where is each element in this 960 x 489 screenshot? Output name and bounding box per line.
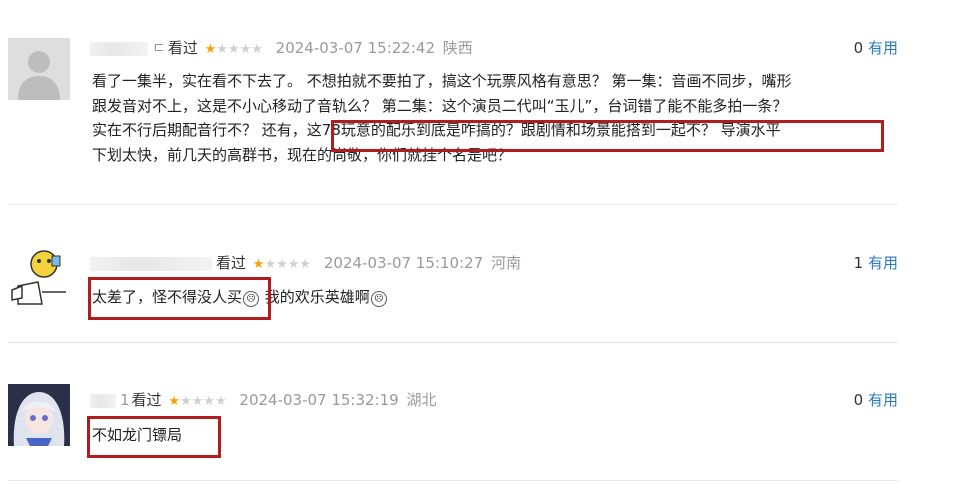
review-text: 我的欢乐英雄啊 bbox=[260, 288, 370, 306]
cartoon-avatar-icon bbox=[8, 246, 70, 308]
avatar[interactable] bbox=[8, 38, 70, 100]
username-redacted bbox=[90, 256, 212, 271]
star-icon: ★ bbox=[204, 42, 217, 57]
divider bbox=[8, 204, 898, 205]
divider bbox=[8, 480, 898, 481]
useful-count: 0 bbox=[853, 39, 864, 57]
useful-button[interactable]: 有用 bbox=[868, 391, 898, 409]
useful-button[interactable]: 有用 bbox=[868, 39, 898, 57]
star-icon: ★ bbox=[168, 394, 180, 409]
username[interactable]: ㄷ bbox=[152, 39, 166, 57]
star-icon: ★★★★ bbox=[216, 42, 263, 57]
avatar[interactable] bbox=[8, 384, 70, 446]
review-location: 湖北 bbox=[406, 391, 437, 409]
useful-count: 1 bbox=[853, 254, 864, 272]
username-redacted bbox=[90, 41, 148, 56]
anime-avatar-icon bbox=[8, 384, 70, 446]
default-avatar-icon bbox=[8, 38, 70, 100]
watched-label: 看过 bbox=[216, 254, 247, 272]
watched-label: 看过 bbox=[131, 391, 162, 409]
useful-button[interactable]: 有用 bbox=[868, 254, 898, 272]
useful-vote[interactable]: 0 有用 bbox=[854, 37, 898, 59]
sad-emoji-icon: ☹ bbox=[370, 291, 387, 307]
avatar[interactable] bbox=[8, 246, 70, 308]
divider bbox=[8, 342, 898, 343]
star-icon: ★ bbox=[252, 257, 265, 272]
username[interactable]: 1 bbox=[120, 391, 130, 409]
useful-count: 0 bbox=[853, 391, 864, 409]
star-icon: ★★★★ bbox=[180, 394, 227, 409]
rating-stars: ★★★★★ bbox=[253, 254, 311, 276]
review-location: 河南 bbox=[490, 254, 521, 272]
rating-stars: ★★★★★ bbox=[205, 39, 263, 61]
review-text-line: 看了一集半，实在看不下去了。 不想拍就不要拍了，搞这个玩票风格有意思？ 第一集：… bbox=[92, 72, 792, 90]
watched-label: 看过 bbox=[167, 39, 198, 57]
review-time: 2024-03-07 15:32:19 bbox=[239, 391, 399, 409]
useful-vote[interactable]: 1 有用 bbox=[854, 252, 898, 274]
review-meta: 看过 ★★★★★ 2024-03-07 15:10:27 河南 bbox=[90, 252, 521, 274]
review-meta: ㄷ看过 ★★★★★ 2024-03-07 15:22:42 陕西 bbox=[90, 37, 473, 59]
username-redacted bbox=[90, 393, 116, 408]
useful-vote[interactable]: 0 有用 bbox=[854, 389, 898, 411]
review-time: 2024-03-07 15:10:27 bbox=[323, 254, 484, 272]
review-meta: 1 看过 ★★★★★ 2024-03-07 15:32:19 湖北 bbox=[90, 389, 437, 411]
review-content: 看了一集半，实在看不下去了。 不想拍就不要拍了，搞这个玩票风格有意思？ 第一集：… bbox=[92, 69, 892, 167]
highlight-box bbox=[87, 416, 221, 458]
rating-stars: ★★★★★ bbox=[168, 391, 226, 413]
highlight-box bbox=[331, 120, 884, 152]
review-time: 2024-03-07 15:22:42 bbox=[275, 39, 435, 57]
star-icon: ★★★★ bbox=[264, 257, 312, 272]
review-text-line: 跟发音对不上，这是不小心移动了音轨么？ 第二集：这个演员二代叫“玉儿”，台词错了… bbox=[92, 96, 788, 115]
highlight-box bbox=[88, 277, 271, 320]
review-location: 陕西 bbox=[442, 39, 473, 57]
